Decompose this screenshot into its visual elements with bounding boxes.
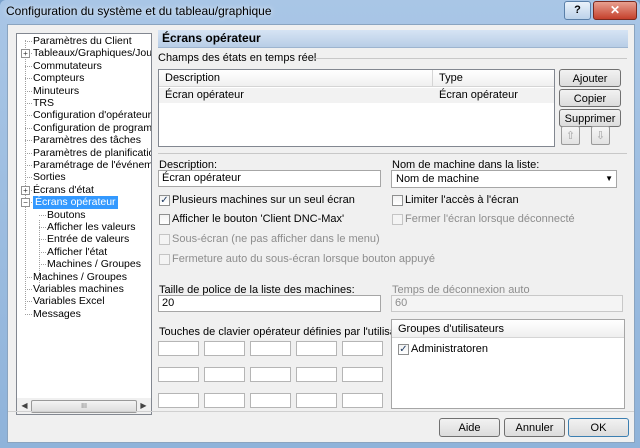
tree-item[interactable]: Messages — [33, 308, 81, 321]
user-key-field[interactable] — [158, 341, 199, 356]
description-input[interactable]: Écran opérateur — [158, 170, 381, 187]
tree-item[interactable]: Boutons — [47, 209, 86, 222]
keys-label: Touches de clavier opérateur définies pa… — [159, 326, 418, 338]
tree-item[interactable]: Entrée de valeurs — [47, 233, 129, 246]
tree-horizontal-scrollbar[interactable]: ◀ III ▶ — [16, 398, 152, 415]
window-title: Configuration du système et du tableau/g… — [6, 4, 272, 18]
limit-access-label: Limiter l'accès à l'écran — [405, 194, 519, 206]
tree-item[interactable]: Écrans opérateur — [33, 196, 118, 210]
tree-item[interactable]: Afficher l'état — [47, 246, 107, 259]
tree-item[interactable]: Configuration d'opérateur — [33, 109, 151, 122]
tree-item[interactable]: Paramètres du Client — [33, 35, 132, 48]
move-down-icon[interactable]: ⇩ — [591, 126, 610, 145]
chevron-down-icon: ▼ — [605, 174, 613, 183]
ok-button[interactable]: OK — [568, 418, 629, 437]
auto-close-label: Fermeture auto du sous-écran lorsque bou… — [172, 253, 435, 265]
delete-button[interactable]: Supprimer — [559, 109, 621, 127]
tree-expander-icon[interactable]: + — [21, 185, 30, 195]
panel-title: Écrans opérateur — [162, 31, 261, 45]
tree-item[interactable]: Variables Excel — [33, 295, 105, 308]
multi-machines-checkbox[interactable]: ✓ — [159, 195, 170, 206]
tree-expander-icon[interactable]: + — [21, 49, 30, 59]
tree-item[interactable]: Paramétrage de l'événement — [33, 159, 151, 172]
tree-item[interactable]: Minuteurs — [33, 85, 79, 98]
tree-item[interactable]: Compteurs — [33, 72, 84, 85]
user-key-field[interactable] — [296, 367, 337, 382]
tree-item[interactable]: Commutateurs — [33, 60, 102, 73]
show-dnc-max-label: Afficher le bouton 'Client DNC-Max' — [172, 213, 345, 225]
user-key-field[interactable] — [342, 393, 383, 408]
row-description: Écran opérateur — [165, 89, 244, 101]
dialog-body: Paramètres du Client + Tableaux/Graphiques… — [7, 24, 635, 443]
tree-item[interactable]: Afficher les valeurs — [47, 221, 136, 234]
user-groups-list[interactable]: Groupes d'utilisateurs ✓ Administratoren — [391, 319, 625, 409]
machine-name-value: Nom de machine — [396, 173, 480, 185]
tree-item[interactable]: Paramètres de planification — [33, 147, 151, 160]
close-on-logout-checkbox[interactable] — [392, 214, 403, 225]
tree-item[interactable]: Machines / Groupes — [33, 271, 127, 284]
cancel-button[interactable]: Annuler — [504, 418, 565, 437]
sub-screen-label: Sous-écran (ne pas afficher dans le menu… — [172, 233, 380, 245]
row-type: Écran opérateur — [439, 89, 518, 101]
close-button[interactable]: ✕ — [593, 1, 637, 20]
timeout-input[interactable]: 60 — [391, 295, 623, 312]
machine-name-select[interactable]: Nom de machine ▼ — [391, 170, 617, 188]
panel-header: Écrans opérateur — [158, 30, 628, 48]
help-button[interactable]: Aide — [439, 418, 500, 437]
user-key-field[interactable] — [158, 367, 199, 382]
show-dnc-max-checkbox[interactable] — [159, 214, 170, 225]
user-groups-header: Groupes d'utilisateurs — [392, 320, 624, 338]
close-on-logout-label: Fermer l'écran lorsque déconnecté — [405, 213, 575, 225]
group-label: Administratoren — [411, 343, 489, 355]
user-key-field[interactable] — [250, 341, 291, 356]
tree-item[interactable]: Tableaux/Graphiques/Journal — [33, 47, 151, 60]
move-up-icon[interactable]: ⇧ — [561, 126, 580, 145]
tree-expander-icon[interactable]: − — [21, 198, 30, 208]
tree-item[interactable]: Configuration de programme — [33, 122, 151, 135]
user-key-field[interactable] — [342, 367, 383, 382]
group-checkbox[interactable]: ✓ — [398, 344, 409, 355]
user-key-field[interactable] — [296, 393, 337, 408]
user-key-field[interactable] — [204, 393, 245, 408]
add-button[interactable]: Ajouter — [559, 69, 621, 87]
tree-item[interactable]: Écrans d'état — [33, 184, 94, 197]
user-key-field[interactable] — [250, 367, 291, 382]
limit-access-checkbox[interactable] — [392, 195, 403, 206]
user-key-field[interactable] — [250, 393, 291, 408]
user-key-field[interactable] — [204, 367, 245, 382]
user-key-field[interactable] — [204, 341, 245, 356]
auto-close-checkbox[interactable] — [159, 254, 170, 265]
user-key-field[interactable] — [342, 341, 383, 356]
tree-item[interactable]: Sorties — [33, 171, 66, 184]
sub-screen-checkbox[interactable] — [159, 234, 170, 245]
user-key-field[interactable] — [158, 393, 199, 408]
realtime-group-title: Champs des états en temps réel — [158, 52, 317, 64]
tree-item[interactable]: Paramètres des tâches — [33, 134, 141, 147]
help-title-button[interactable]: ? — [564, 1, 591, 20]
title-bar[interactable]: Configuration du système et du tableau/g… — [0, 0, 640, 22]
tree-item[interactable]: Machines / Groupes — [47, 258, 141, 271]
user-key-field[interactable] — [296, 341, 337, 356]
font-size-input[interactable]: 20 — [158, 295, 381, 312]
tree-item[interactable]: Variables machines — [33, 283, 124, 296]
tree-item[interactable]: TRS — [33, 97, 54, 110]
copy-button[interactable]: Copier — [559, 89, 621, 107]
settings-tree[interactable]: Paramètres du Client + Tableaux/Graphiques… — [16, 33, 152, 399]
column-header-description[interactable]: Description — [159, 70, 433, 87]
config-window: Configuration du système et du tableau/g… — [0, 0, 640, 448]
multi-machines-label: Plusieurs machines sur un seul écran — [172, 194, 355, 206]
column-header-type[interactable]: Type — [433, 70, 554, 87]
realtime-fields-list[interactable]: Description Type Écran opérateur Écran o… — [158, 69, 555, 147]
